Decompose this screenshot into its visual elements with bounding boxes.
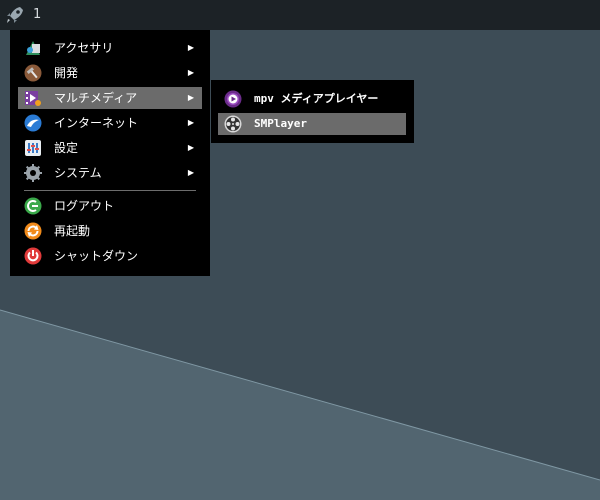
submenu-arrow-icon: ▶ bbox=[187, 118, 194, 127]
menu-item-settings[interactable]: 設定 ▶ bbox=[18, 137, 202, 159]
menu-item-label: インターネット bbox=[54, 116, 139, 130]
mpv-icon bbox=[224, 90, 242, 108]
submenu-arrow-icon: ▶ bbox=[187, 168, 194, 177]
menu-item-label: 設定 bbox=[54, 141, 79, 155]
smplayer-icon bbox=[224, 115, 242, 133]
menu-item-development[interactable]: 開発 ▶ bbox=[18, 62, 202, 84]
settings-icon bbox=[25, 140, 41, 156]
submenu-arrow-icon: ▶ bbox=[187, 43, 194, 52]
submenu-item-label: mpv メディアプレイヤー bbox=[254, 92, 379, 105]
desktop[interactable]: 1 アクセサリ ▶ 開発 ▶ マルチメディア ▶ インターネット ▶ 設定 ▶ … bbox=[0, 0, 600, 500]
multimedia-icon bbox=[25, 91, 41, 106]
internet-icon bbox=[24, 114, 42, 132]
menu-item-system[interactable]: システム ▶ bbox=[18, 162, 202, 184]
menu-item-accessories[interactable]: アクセサリ ▶ bbox=[18, 37, 202, 59]
menu-item-label: システム bbox=[54, 166, 102, 180]
submenu-arrow-icon: ▶ bbox=[187, 93, 194, 102]
menu-item-multimedia[interactable]: マルチメディア ▶ bbox=[18, 87, 202, 109]
reboot-icon bbox=[24, 222, 42, 240]
power-icon bbox=[24, 247, 42, 265]
menu-item-reboot[interactable]: 再起動 bbox=[18, 220, 202, 242]
submenu-item-mpv[interactable]: mpv メディアプレイヤー bbox=[218, 88, 406, 110]
menu-item-label: ログアウト bbox=[54, 199, 115, 213]
system-gear-icon bbox=[24, 164, 42, 182]
submenu-item-smplayer[interactable]: SMPlayer bbox=[218, 113, 406, 135]
menu-item-label: 開発 bbox=[54, 66, 79, 80]
menu-item-label: アクセサリ bbox=[54, 41, 114, 55]
submenu-arrow-icon: ▶ bbox=[187, 68, 194, 77]
menu-item-internet[interactable]: インターネット ▶ bbox=[18, 112, 202, 134]
multimedia-submenu: mpv メディアプレイヤー SMPlayer bbox=[211, 80, 414, 143]
development-icon bbox=[24, 64, 42, 82]
rocket-icon[interactable] bbox=[4, 4, 26, 26]
menu-item-shutdown[interactable]: シャットダウン bbox=[18, 245, 202, 267]
logout-icon bbox=[24, 197, 42, 215]
accessories-icon bbox=[26, 41, 40, 55]
main-menu: アクセサリ ▶ 開発 ▶ マルチメディア ▶ インターネット ▶ 設定 ▶ シス… bbox=[10, 30, 210, 276]
menu-separator bbox=[24, 190, 196, 191]
menu-item-label: マルチメディア bbox=[54, 91, 138, 105]
submenu-item-label: SMPlayer bbox=[254, 117, 307, 130]
top-panel: 1 bbox=[0, 0, 600, 30]
menu-item-logout[interactable]: ログアウト bbox=[18, 195, 202, 217]
submenu-arrow-icon: ▶ bbox=[187, 143, 194, 152]
menu-item-label: シャットダウン bbox=[54, 249, 139, 263]
workspace-indicator[interactable]: 1 bbox=[33, 7, 41, 23]
menu-item-label: 再起動 bbox=[54, 224, 91, 238]
